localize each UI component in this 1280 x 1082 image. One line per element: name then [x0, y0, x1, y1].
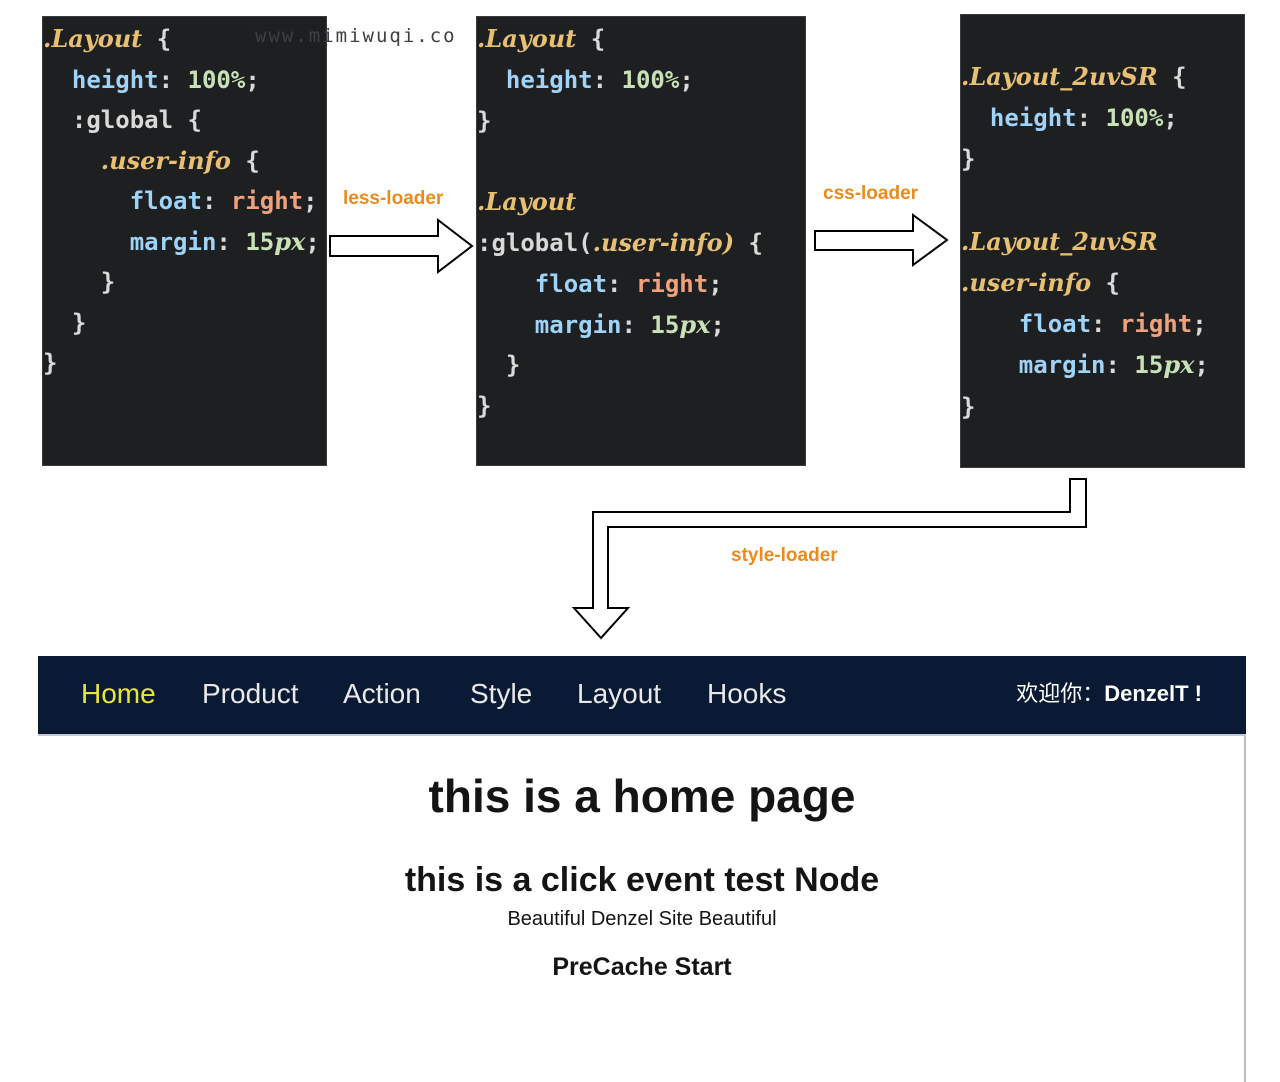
top-navbar: Home Product Action Style Layout Hooks 欢…: [38, 656, 1246, 736]
nav-item-home[interactable]: Home: [81, 676, 156, 712]
username: DenzelT !: [1104, 681, 1202, 706]
page-tagline: Beautiful Denzel Site Beautiful: [507, 908, 777, 930]
css-loader-label: css-loader: [823, 183, 919, 204]
page-title: this is a home page: [428, 770, 856, 822]
nav-item-style[interactable]: Style: [470, 676, 532, 712]
user-info: 欢迎你：DenzelT !: [1016, 676, 1202, 712]
rendered-page: Home Product Action Style Layout Hooks 欢…: [38, 656, 1246, 1082]
nav-item-product[interactable]: Product: [202, 676, 299, 712]
welcome-prefix: 欢迎你：: [1016, 681, 1105, 706]
arrow-css-to-module: [814, 213, 949, 267]
style-loader-label: style-loader: [731, 545, 838, 566]
page-subtitle[interactable]: this is a click event test Node: [38, 858, 1246, 902]
nav-item-action[interactable]: Action: [343, 676, 421, 712]
arrow-less-to-css: [329, 217, 474, 275]
precache-status: PreCache Start: [552, 953, 732, 981]
nav-item-hooks[interactable]: Hooks: [707, 676, 786, 712]
less-loader-label: less-loader: [343, 188, 444, 209]
nav-item-layout[interactable]: Layout: [577, 676, 661, 712]
